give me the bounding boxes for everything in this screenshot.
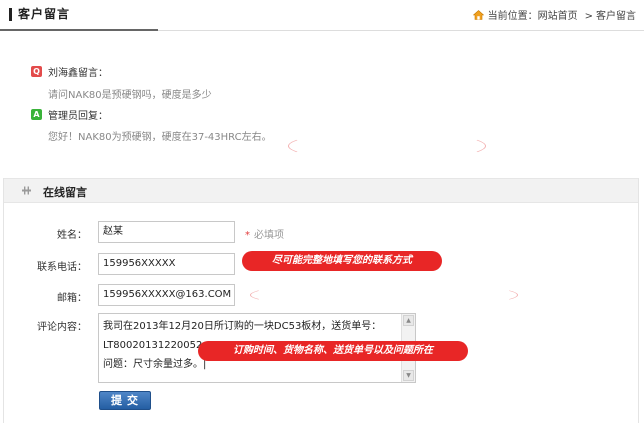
question-badge: Q <box>31 66 42 77</box>
home-icon <box>472 10 484 20</box>
decorative-ring <box>288 131 486 161</box>
phone-input[interactable]: 159956XXXXX <box>98 253 235 275</box>
required-text: 必填项 <box>254 230 284 241</box>
breadcrumb-prefix: 当前位置： <box>487 11 538 22</box>
decorative-ring <box>250 282 518 308</box>
section-title: 在线留言 <box>43 186 87 199</box>
name-label: 姓名： <box>57 230 87 241</box>
required-hint: * 必填项 <box>245 226 284 241</box>
contact-tip-bubble: 尽可能完整地填写您的联系方式 <box>242 251 442 271</box>
answer-text: 您好！NAK80为预硬钢，硬度在37-43HRC左右。 <box>48 132 272 143</box>
answer-badge: A <box>31 109 42 120</box>
header-divider <box>158 30 644 31</box>
email-input[interactable]: 159956XXXXX@163.COM <box>98 284 235 306</box>
breadcrumb: 当前位置：网站首页 > 客户留言 <box>472 7 636 22</box>
submit-button[interactable]: 提交 <box>99 391 151 410</box>
section-header: 在线留言 <box>4 178 638 203</box>
section-bullet-icon <box>22 186 31 195</box>
question-text: 请问NAK80是预硬钢吗，硬度是多少 <box>48 90 212 101</box>
name-input[interactable]: 赵某 <box>98 221 235 243</box>
header-underline <box>0 29 158 31</box>
breadcrumb-home-link[interactable]: 网站首页 <box>538 11 578 22</box>
required-star: * <box>245 230 250 241</box>
title-marker <box>9 8 12 21</box>
email-label: 邮箱： <box>57 293 87 304</box>
page-header: 客户留言 当前位置：网站首页 > 客户留言 <box>0 0 644 32</box>
comment-tip-bubble: 订购时间、货物名称、送货单号以及问题所在 <box>198 341 468 361</box>
breadcrumb-current: 客户留言 <box>596 11 636 22</box>
replier-label: 管理员回复： <box>48 111 108 122</box>
asker-label: 刘海鑫留言： <box>48 68 108 79</box>
page-title: 客户留言 <box>18 7 71 21</box>
scroll-down-icon[interactable]: ▼ <box>403 370 414 381</box>
phone-label: 联系电话： <box>37 262 87 273</box>
scroll-up-icon[interactable]: ▲ <box>403 315 414 326</box>
breadcrumb-separator: > <box>584 11 593 22</box>
comment-label: 评论内容： <box>37 322 87 333</box>
